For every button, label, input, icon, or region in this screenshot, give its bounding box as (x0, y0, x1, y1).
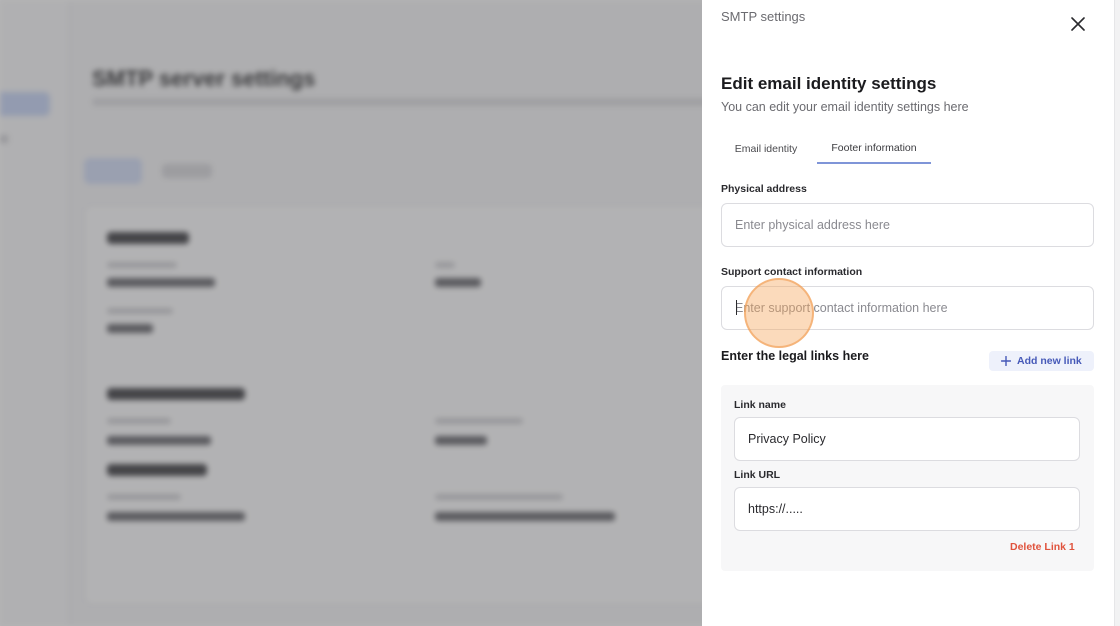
text-cursor (736, 300, 737, 315)
tab-footer-information[interactable]: Footer information (817, 134, 931, 164)
tab-email-identity[interactable]: Email identity (721, 134, 811, 164)
link-name-input[interactable]: Privacy Policy (734, 417, 1080, 461)
legal-link-card: Link name Privacy Policy Link URL https:… (721, 385, 1094, 571)
link-name-value: Privacy Policy (748, 432, 826, 446)
drawer-scrollbar[interactable] (1114, 0, 1120, 626)
link-url-value: https://..... (748, 502, 803, 516)
identity-tabs: Email identity Footer information (721, 134, 1101, 164)
drawer-subtitle: You can edit your email identity setting… (721, 100, 969, 114)
support-contact-label: Support contact information (721, 266, 863, 278)
physical-address-input[interactable] (721, 203, 1094, 247)
delete-link-button[interactable]: Delete Link 1 (1010, 541, 1075, 553)
close-button[interactable] (1068, 14, 1088, 34)
support-contact-input[interactable] (721, 286, 1094, 330)
smtp-settings-drawer: SMTP settings Edit email identity settin… (702, 0, 1120, 626)
link-url-label: Link URL (734, 469, 781, 481)
add-new-link-button[interactable]: Add new link (989, 351, 1094, 371)
close-icon (1071, 17, 1085, 31)
add-new-link-label: Add new link (1017, 355, 1082, 367)
link-url-input[interactable]: https://..... (734, 487, 1080, 531)
drawer-header-title: SMTP settings (721, 9, 806, 24)
drawer-title: Edit email identity settings (721, 74, 937, 93)
link-name-label: Link name (734, 399, 786, 411)
legal-links-label: Enter the legal links here (721, 349, 869, 363)
plus-icon (1001, 356, 1011, 366)
physical-address-label: Physical address (721, 183, 807, 195)
